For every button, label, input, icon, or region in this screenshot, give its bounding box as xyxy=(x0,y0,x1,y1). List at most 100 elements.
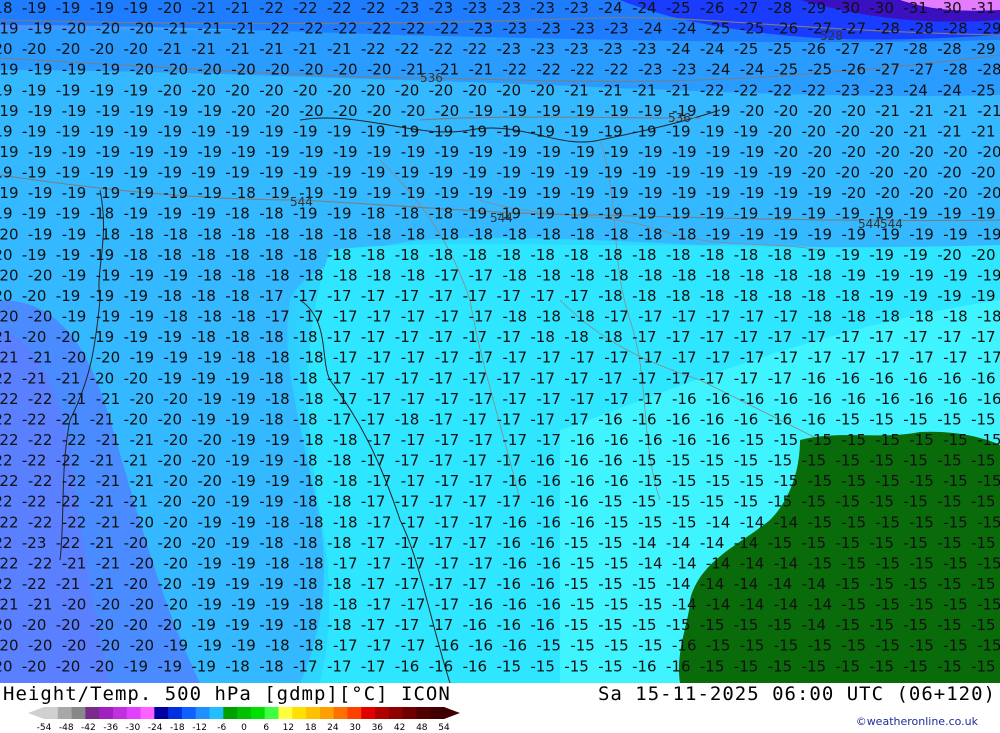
temperature-label: -17 xyxy=(943,349,968,367)
credit-link[interactable]: ©weatheronline.co.uk xyxy=(856,715,978,728)
temperature-label: -23 xyxy=(638,61,663,79)
temperature-label: -21 xyxy=(164,20,189,38)
scale-swatch xyxy=(85,707,100,719)
temperature-label: -18 xyxy=(536,266,561,284)
temperature-label: -19 xyxy=(802,246,827,264)
temperature-label: -23 xyxy=(463,0,488,17)
temperature-label: -22 xyxy=(28,390,53,408)
temperature-label: -15 xyxy=(842,513,867,531)
temperature-label: -21 xyxy=(231,20,256,38)
temperature-label: -18 xyxy=(259,534,284,552)
temperature-label: -16 xyxy=(672,431,697,449)
temperature-label: -20 xyxy=(90,657,115,675)
temperature-label: -19 xyxy=(429,122,454,140)
temperature-label: -14 xyxy=(666,575,691,593)
temperature-label: -18 xyxy=(361,246,386,264)
temperature-label: -17 xyxy=(367,637,392,655)
temperature-label: -18 xyxy=(158,246,183,264)
temperature-label: -15 xyxy=(598,493,623,511)
temperature-label: -22 xyxy=(570,61,595,79)
temperature-label: -20 xyxy=(977,143,1000,161)
temperature-label: -20 xyxy=(22,328,47,346)
temperature-label: -15 xyxy=(943,596,968,614)
temperature-label: -16 xyxy=(875,390,900,408)
temperature-label: -18 xyxy=(536,225,561,243)
temperature-label: -14 xyxy=(638,555,663,573)
temperature-label: -19 xyxy=(977,266,1000,284)
temperature-label: -18 xyxy=(333,266,358,284)
temperature-label: -17 xyxy=(497,287,522,305)
temperature-label: -17 xyxy=(903,328,928,346)
temperature-label: -21 xyxy=(62,390,87,408)
temperature-label: -18 xyxy=(808,308,833,326)
temperature-label: -19 xyxy=(469,143,494,161)
temperature-label: -18 xyxy=(570,266,595,284)
temperature-label: -19 xyxy=(903,287,928,305)
temperature-label: -20 xyxy=(774,102,799,120)
temperature-label: -19 xyxy=(869,246,894,264)
temperature-label: -19 xyxy=(265,431,290,449)
temperature-label: -19 xyxy=(158,369,183,387)
temperature-label: -15 xyxy=(740,472,765,490)
scale-tick-label: -6 xyxy=(217,723,226,731)
temperature-label: -18 xyxy=(774,266,799,284)
temperature-label: -18 xyxy=(768,246,793,264)
temperature-label: -19 xyxy=(875,266,900,284)
temperature-label: -15 xyxy=(909,596,934,614)
temperature-label: -21 xyxy=(943,102,968,120)
temperature-label: -16 xyxy=(570,513,595,531)
temperature-label: -19 xyxy=(530,122,555,140)
temperature-label: -20 xyxy=(971,164,996,182)
temperature-label: -20 xyxy=(327,81,352,99)
temperature-label: -21 xyxy=(0,349,19,367)
temperature-label: -17 xyxy=(463,534,488,552)
temperature-label: -17 xyxy=(632,369,657,387)
temperature-label: -18 xyxy=(299,390,324,408)
temperature-label: -19 xyxy=(395,122,420,140)
temperature-label: -18 xyxy=(197,308,222,326)
temperature-label: -20 xyxy=(0,266,19,284)
temperature-label: -18 xyxy=(429,246,454,264)
temperature-label: -15 xyxy=(802,452,827,470)
temperature-label: -20 xyxy=(158,575,183,593)
temperature-label: -15 xyxy=(808,513,833,531)
isohypse-label: 544 xyxy=(490,211,513,225)
temperature-label: -15 xyxy=(836,452,861,470)
temperature-label: -15 xyxy=(875,596,900,614)
temperature-label: -18 xyxy=(598,287,623,305)
temperature-label: -21 xyxy=(158,40,183,58)
temperature-label: -15 xyxy=(808,637,833,655)
temperature-label: -17 xyxy=(367,555,392,573)
temperature-label: -21 xyxy=(0,596,19,614)
temperature-label: -19 xyxy=(225,410,250,428)
scale-arrow-left xyxy=(28,707,44,719)
scale-swatch xyxy=(250,707,266,719)
temperature-label: -16 xyxy=(503,555,528,573)
temperature-label: -19 xyxy=(0,102,19,120)
temperature-label: -20 xyxy=(96,20,121,38)
temperature-label: -20 xyxy=(0,225,19,243)
temperature-label: -20 xyxy=(0,40,13,58)
temperature-label: -20 xyxy=(130,20,155,38)
temperature-label: -17 xyxy=(361,616,386,634)
temperature-label: -19 xyxy=(706,184,731,202)
temperature-label: -17 xyxy=(564,287,589,305)
temperature-label: -16 xyxy=(604,431,629,449)
temperature-label: -23 xyxy=(598,40,623,58)
temperature-label: -19 xyxy=(197,143,222,161)
temperature-label: -15 xyxy=(875,472,900,490)
temperature-label: -19 xyxy=(22,164,47,182)
temperature-label: -17 xyxy=(395,328,420,346)
temperature-label: -19 xyxy=(497,164,522,182)
temperature-label: -17 xyxy=(463,452,488,470)
temperature-label: -17 xyxy=(361,657,386,675)
scale-swatch xyxy=(402,707,417,719)
temperature-label: -22 xyxy=(0,493,13,511)
temperature-label: -20 xyxy=(808,143,833,161)
temperature-label: -17 xyxy=(435,555,460,573)
temperature-label: -15 xyxy=(909,472,934,490)
temperature-label: -22 xyxy=(22,575,47,593)
temperature-label: -15 xyxy=(706,472,731,490)
temperature-label: -19 xyxy=(22,122,47,140)
temperature-label: -19 xyxy=(971,205,996,223)
